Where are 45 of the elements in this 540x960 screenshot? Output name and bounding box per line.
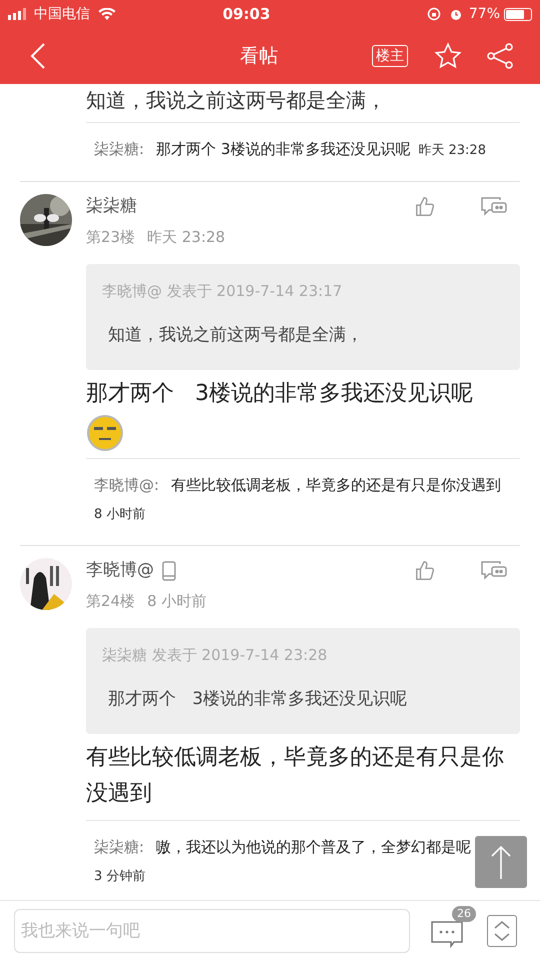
clock-time: 09:03 — [222, 4, 272, 25]
post-text: 有些比较低调老板，毕竟多的还是有只是你没遇到 — [86, 744, 505, 808]
floor-number: 第23楼 — [86, 226, 136, 248]
reply-time: 3 分钟前 — [94, 869, 146, 884]
quote-byline: 柒柒糖 发表于 2019-7-14 23:28 — [102, 645, 328, 666]
quote-byline: 李晓博@ 发表于 2019-7-14 23:17 — [102, 281, 344, 302]
reply-author[interactable]: 柒柒糖: — [94, 838, 144, 856]
comment-count-badge: 26 — [452, 906, 476, 922]
comment-input[interactable]: 我也来说一句吧 — [14, 908, 410, 952]
page-title: 看帖 — [239, 44, 279, 69]
share-icon[interactable] — [486, 42, 514, 70]
scroll-to-top-button[interactable] — [475, 836, 527, 888]
rotation-lock-icon — [426, 7, 441, 21]
jump-floor-button[interactable] — [487, 914, 517, 946]
reply-time: 昨天 23:28 — [418, 143, 486, 158]
back-icon[interactable] — [30, 42, 46, 70]
post-text: 知道，我说之前这两号都是全满， — [86, 87, 387, 114]
reply-text: 那才两个 3楼说的非常多我还没见识呢 — [156, 140, 410, 158]
post-time: 8 小时前 — [147, 590, 206, 612]
reply-text: 嗷，我还以为他说的那个普及了，全梦幻都是呢 — [156, 838, 472, 856]
thumbs-up-icon[interactable] — [414, 560, 436, 582]
owner-only-button[interactable]: 楼主 — [372, 45, 408, 67]
author-name[interactable]: 柒柒糖 — [86, 194, 137, 220]
comment-icon[interactable] — [480, 196, 508, 218]
quote-text: 那才两个 3楼说的非常多我还没见识呢 — [107, 688, 408, 710]
wifi-icon — [98, 8, 116, 20]
up-down-icon — [493, 918, 511, 942]
post-time: 昨天 23:28 — [147, 226, 226, 248]
thumbs-up-icon[interactable] — [414, 196, 436, 218]
battery-percent: 77% — [468, 4, 500, 24]
reply-author[interactable]: 柒柒糖: — [94, 140, 144, 158]
carrier-name: 中国电信 — [34, 4, 90, 24]
star-icon[interactable] — [434, 42, 462, 70]
arrow-up-icon — [491, 845, 511, 879]
floor-number: 第24楼 — [86, 590, 136, 612]
battery-icon — [504, 8, 532, 20]
comment-icon[interactable] — [480, 560, 508, 582]
author-name[interactable]: 李晓博@ — [86, 558, 154, 584]
reply-text: 有些比较低调老板，毕竟多的还是有只是你没遇到 — [171, 476, 502, 494]
alarm-icon — [448, 7, 463, 21]
quote-text: 知道，我说之前这两号都是全满， — [107, 324, 364, 346]
post-text: 那才两个 3楼说的非常多我还没见识呢 — [86, 380, 474, 408]
reply-author[interactable]: 李晓博@: — [94, 476, 160, 494]
signal-icon — [8, 8, 28, 20]
reply-time: 8 小时前 — [94, 507, 146, 522]
